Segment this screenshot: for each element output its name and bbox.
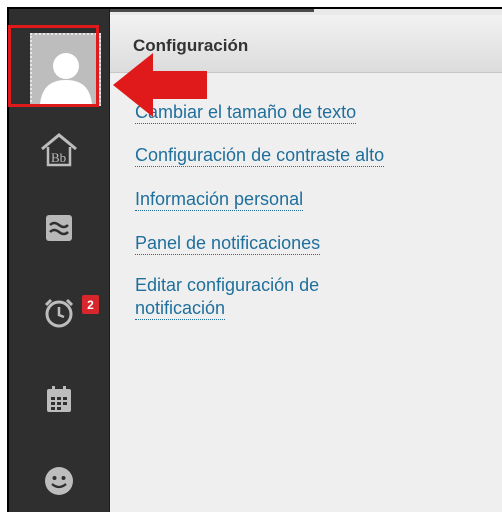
svg-text:Bb: Bb	[51, 150, 66, 165]
notification-badge: 2	[82, 295, 99, 314]
sidebar-item-stream[interactable]	[9, 195, 109, 261]
sidebar-item-profile[interactable]	[9, 448, 109, 512]
link-notifications-panel[interactable]: Panel de notificaciones	[135, 233, 321, 255]
link-edit-notification-settings-cont[interactable]: notificación	[135, 298, 226, 320]
avatar-button[interactable]	[30, 33, 101, 106]
bb-home-icon: Bb	[41, 133, 77, 167]
smiley-icon	[45, 467, 73, 495]
calendar-icon	[47, 386, 71, 412]
link-personal-info[interactable]: Información personal	[135, 189, 304, 211]
alarm-clock-icon	[44, 298, 74, 328]
sidebar-item-calendar[interactable]	[9, 366, 109, 432]
link-edit-notification-settings[interactable]: Editar configuración de	[135, 275, 319, 296]
top-bar-accent	[109, 9, 314, 12]
stream-icon	[46, 215, 72, 241]
user-avatar-icon	[39, 53, 92, 104]
sidebar: Bb 2	[9, 9, 110, 512]
sidebar-item-home[interactable]: Bb	[9, 117, 109, 183]
app-window: Bb 2 Configuración Cambiar el tamaño de …	[7, 7, 502, 512]
pointer-arrow-icon	[113, 53, 207, 117]
link-high-contrast[interactable]: Configuración de contraste alto	[135, 145, 385, 167]
